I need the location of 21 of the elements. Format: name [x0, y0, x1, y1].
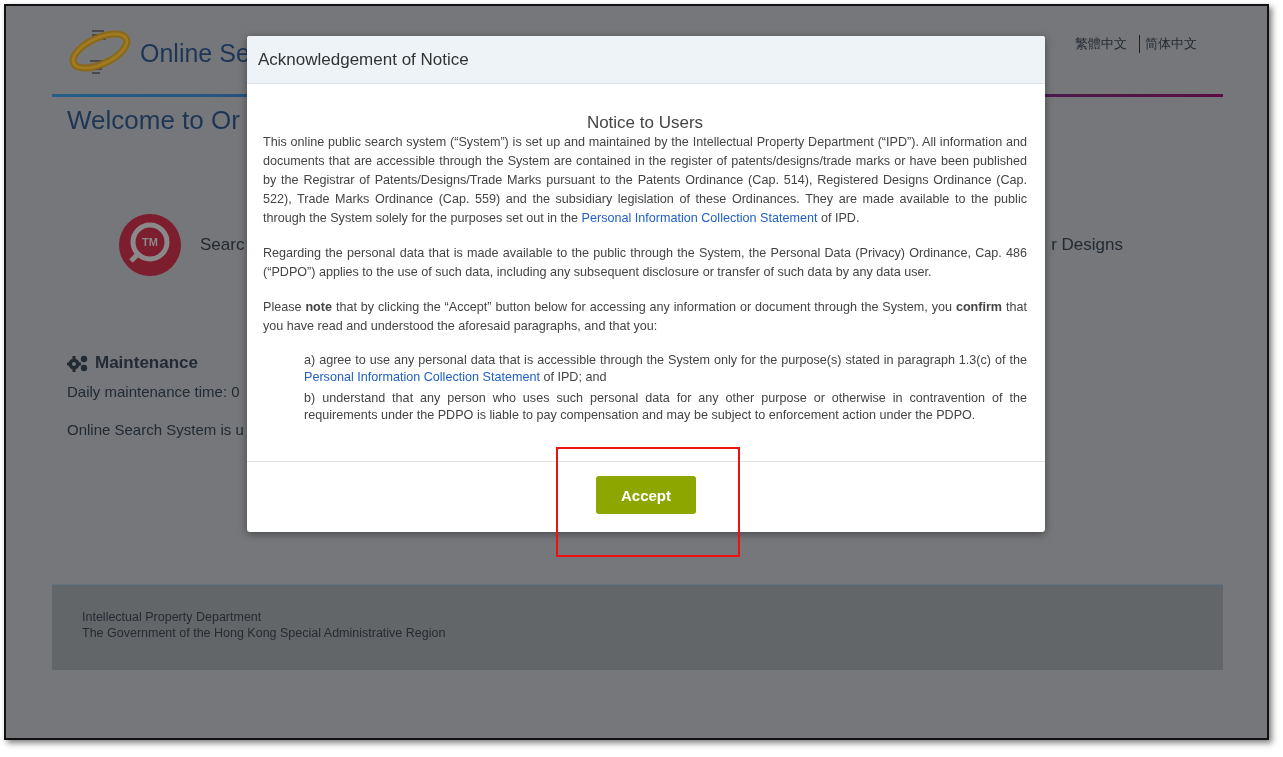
gears-icon: [67, 354, 89, 372]
footer-text: The Government of the Hong Kong Special Administrative Region: [82, 625, 447, 641]
statement-link[interactable]: Personal Information Collection Statement: [304, 370, 540, 384]
language-link[interactable]: 繁體中文: [1075, 35, 1127, 53]
notice-paragraph: Please note that by clicking the “Accept” button below for accessing any information or document through the System, you confirm that you have read and understood the aforesaid paragraphs, and that you:: [263, 299, 1027, 335]
notice-list-item: b) understand that any person who uses such personal data for any other purpose or otherwise in contravention of the requirements under the PDPO is liable to pay compensation and may be subject to enforcement action under the PDPO.: [304, 390, 1027, 424]
language-link[interactable]: 简体中文: [1139, 35, 1197, 53]
dialog-title: Acknowledgement of Notice: [258, 49, 469, 70]
footer-text: Intellectual Property Department: [82, 609, 263, 625]
notice-paragraph: Regarding the personal data that is made available to the public through the System, the Personal Data (Privacy) Ordinance, Cap. 486 (“PDPO”) applies to the use of such data, including any subsequent disclosure or transfer of such data by any data user.: [263, 245, 1027, 281]
trademark-search-icon: TM: [119, 214, 181, 276]
notice-heading: Notice to Users: [585, 113, 705, 133]
maintenance-text: Online Search System is u: [67, 421, 244, 438]
welcome-heading: Welcome to Or: [67, 105, 240, 137]
service-link[interactable]: Searc: [200, 235, 245, 255]
service-link[interactable]: r Designs: [1051, 235, 1123, 255]
maintenance-text: Daily maintenance time: 0: [67, 383, 240, 400]
maintenance-heading: Maintenance: [95, 353, 198, 373]
statement-link[interactable]: Personal Information Collection Statement: [581, 211, 818, 225]
notice-paragraph: This online public search system (“System”) is set up and maintained by the Intellectual Property Department (“IPD”). All information and documents that are accessible through the System are contained in the register of patents/designs/trade marks or have been published by the Registrar of Patents/Designs/Trade Marks pursuant to the Patents Ordinance (Cap. 514), Registered Designs Ordinance (Cap. 522), Trade Marks Ordinance (Cap. 559) and the subsidiary legislation of these Ordinances. They are made available to the public through the System solely for the purposes set out in the Personal Information Collection Statement of IPD.: [263, 134, 1027, 227]
accept-button[interactable]: Accept: [596, 476, 696, 514]
